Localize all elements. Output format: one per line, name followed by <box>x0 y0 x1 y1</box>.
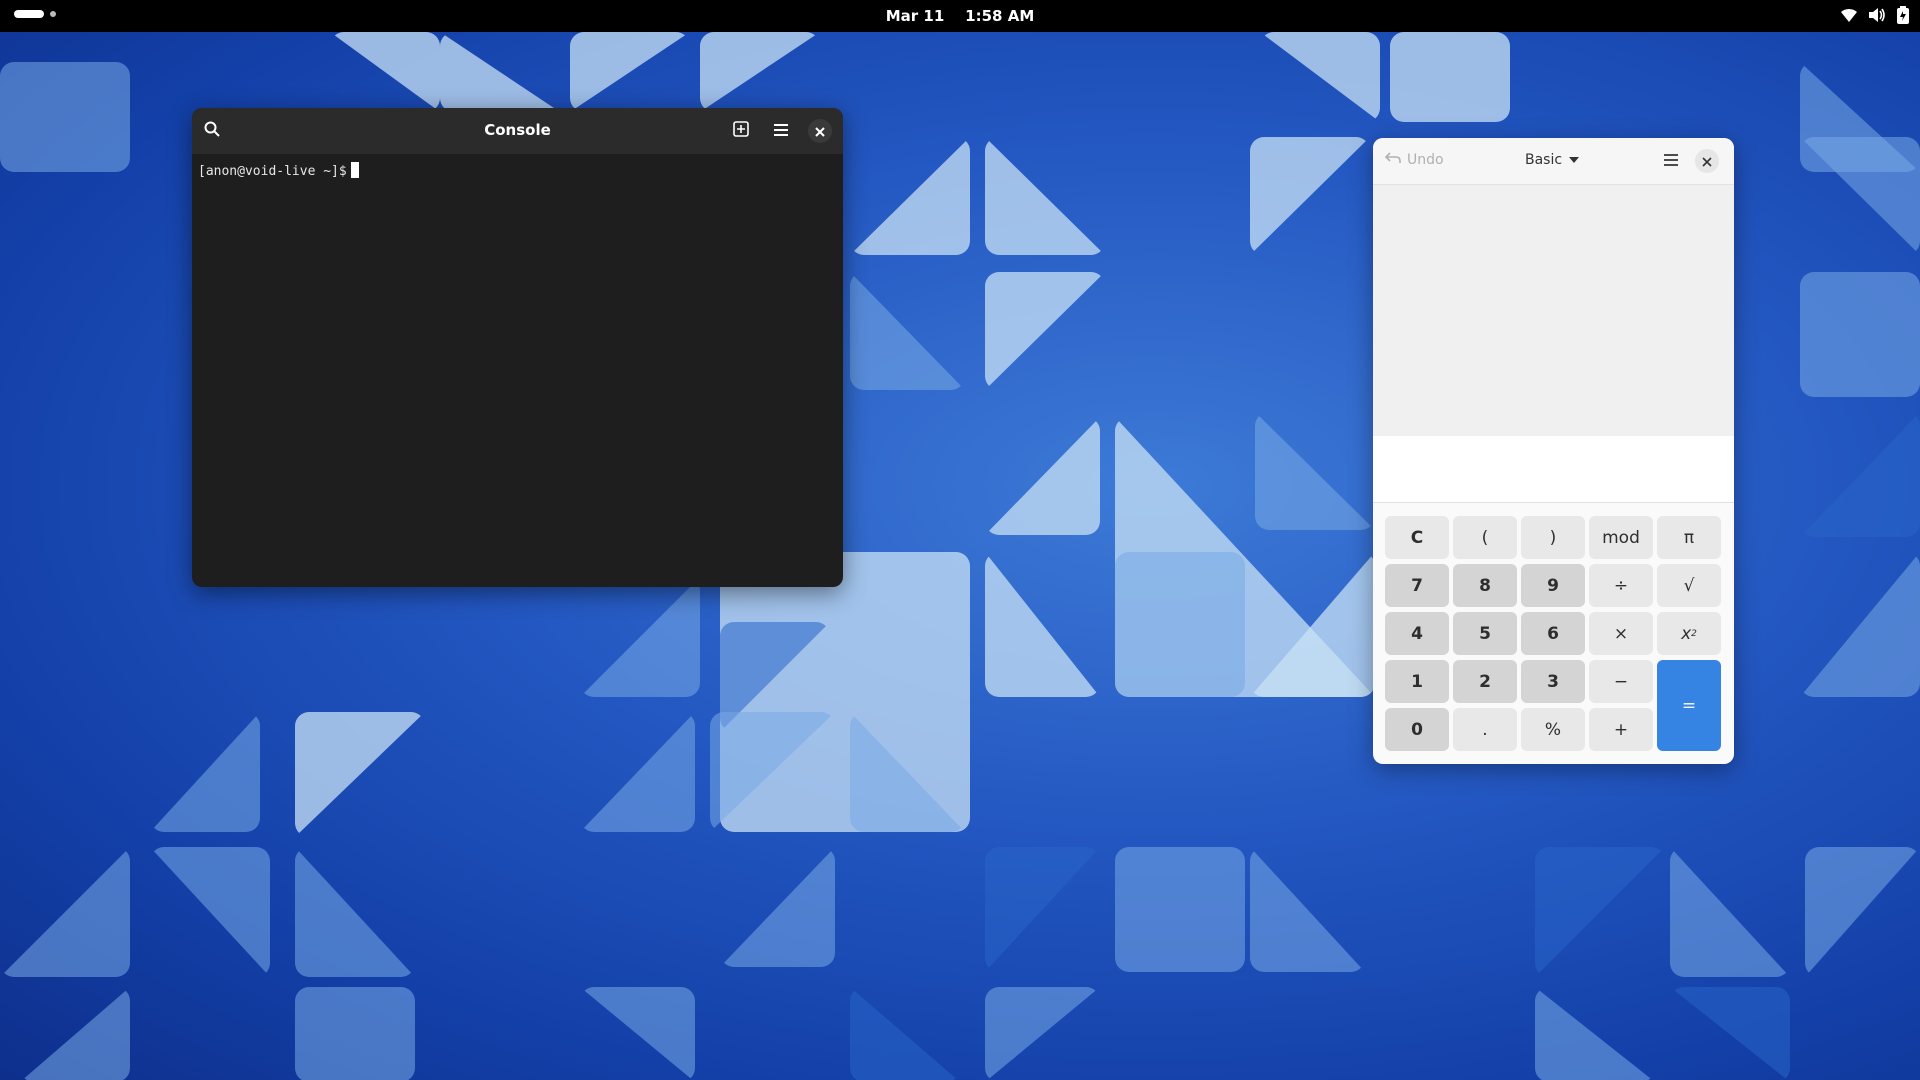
square-base: x <box>1681 623 1692 644</box>
calculator-close-button[interactable] <box>1695 149 1719 173</box>
chevron-down-icon <box>1568 152 1580 168</box>
mode-label: Basic <box>1525 152 1563 168</box>
pi-button[interactable]: π <box>1657 516 1721 559</box>
undo-icon <box>1384 152 1401 168</box>
terminal-cursor <box>350 162 359 178</box>
expression-entry[interactable] <box>1373 436 1734 503</box>
square-exponent: 2 <box>1691 628 1697 639</box>
battery-icon[interactable] <box>1896 6 1910 24</box>
wifi-icon[interactable] <box>1840 7 1858 23</box>
calculator-headerbar[interactable]: Undo Basic <box>1373 138 1734 185</box>
clock-date: Mar 11 <box>885 7 945 25</box>
divide-button[interactable]: ÷ <box>1589 564 1653 607</box>
digit-8-button[interactable]: 8 <box>1453 564 1517 607</box>
new-tab-button[interactable] <box>727 117 755 145</box>
digit-3-button[interactable]: 3 <box>1521 660 1585 703</box>
percent-button[interactable]: % <box>1521 708 1585 751</box>
calculator-window[interactable]: Undo Basic C ( ) mod π 7 8 9 ÷ √ 4 5 6 ×… <box>1373 138 1734 764</box>
multiply-button[interactable]: × <box>1589 612 1653 655</box>
console-menu-button[interactable] <box>767 117 795 145</box>
digit-6-button[interactable]: 6 <box>1521 612 1585 655</box>
console-close-button[interactable] <box>808 119 832 143</box>
menu-icon <box>773 122 789 141</box>
console-headerbar[interactable]: Console <box>192 108 843 154</box>
mode-selector[interactable]: Basic <box>1525 152 1580 168</box>
mod-button[interactable]: mod <box>1589 516 1653 559</box>
square-button[interactable]: x2 <box>1657 612 1721 655</box>
subtract-button[interactable]: − <box>1589 660 1653 703</box>
terminal-area[interactable]: [anon@void-live ~]$ <box>192 154 843 187</box>
digit-0-button[interactable]: 0 <box>1385 708 1449 751</box>
sqrt-button[interactable]: √ <box>1657 564 1721 607</box>
decimal-point-button[interactable]: . <box>1453 708 1517 751</box>
close-icon <box>1702 152 1712 171</box>
digit-9-button[interactable]: 9 <box>1521 564 1585 607</box>
clock-time: 1:58 AM <box>965 7 1035 25</box>
top-bar: Mar 11 1:58 AM <box>0 0 1920 32</box>
add-button[interactable]: + <box>1589 708 1653 751</box>
digit-4-button[interactable]: 4 <box>1385 612 1449 655</box>
digit-2-button[interactable]: 2 <box>1453 660 1517 703</box>
digit-1-button[interactable]: 1 <box>1385 660 1449 703</box>
workspace-active-pill <box>14 10 44 18</box>
volume-icon[interactable] <box>1868 7 1886 23</box>
clock: Mar 11 1:58 AM <box>0 7 1920 25</box>
close-paren-button[interactable]: ) <box>1521 516 1585 559</box>
clock-button[interactable]: Mar 11 1:58 AM <box>886 7 1035 25</box>
new-tab-icon <box>733 121 749 141</box>
terminal-prompt: [anon@void-live ~]$ <box>198 164 347 179</box>
calculation-history[interactable] <box>1373 185 1734 436</box>
undo-button[interactable]: Undo <box>1384 152 1444 168</box>
open-paren-button[interactable]: ( <box>1453 516 1517 559</box>
digit-5-button[interactable]: 5 <box>1453 612 1517 655</box>
menu-icon <box>1663 152 1679 171</box>
close-icon <box>815 122 825 141</box>
activities-indicator[interactable] <box>14 10 56 18</box>
calculator-menu-button[interactable] <box>1657 147 1685 175</box>
digit-7-button[interactable]: 7 <box>1385 564 1449 607</box>
console-window[interactable]: Console [anon@void-live ~]$ <box>192 108 843 587</box>
workspace-dot <box>50 11 56 17</box>
system-tray[interactable] <box>1840 6 1910 24</box>
equals-button[interactable]: = <box>1657 660 1721 751</box>
undo-label: Undo <box>1407 152 1444 168</box>
clear-button[interactable]: C <box>1385 516 1449 559</box>
